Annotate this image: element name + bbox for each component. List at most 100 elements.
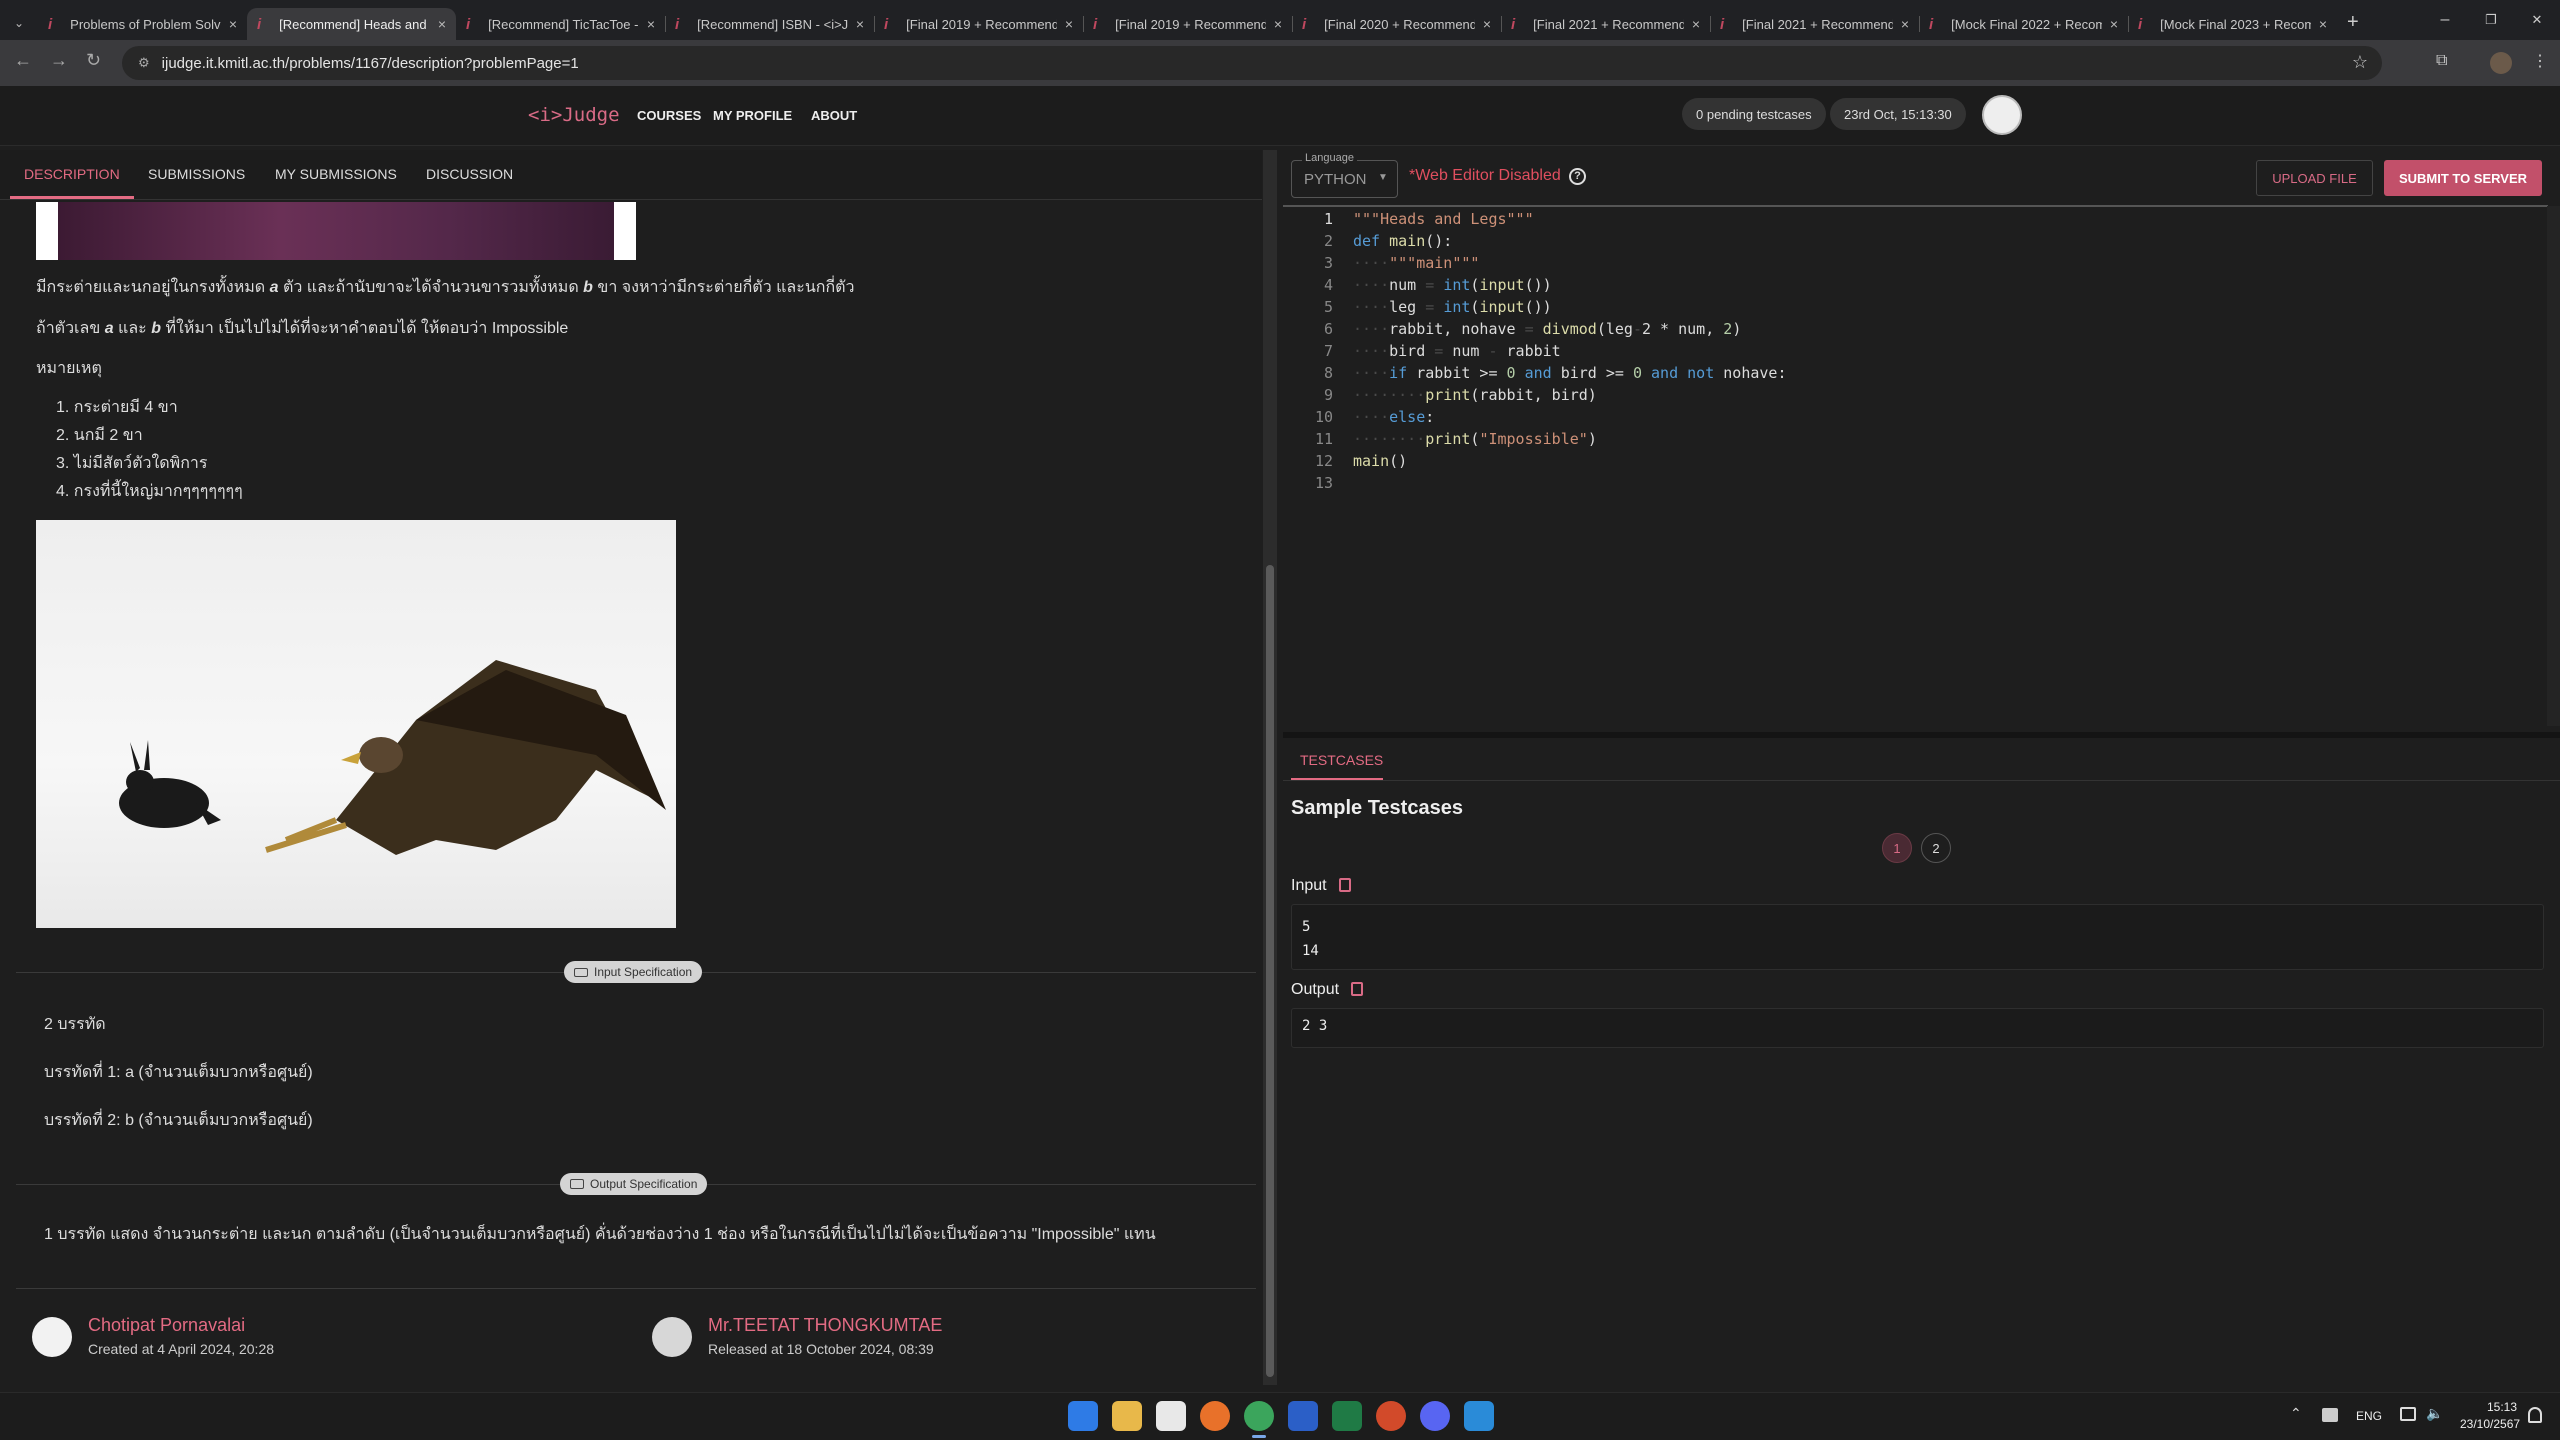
testcase-page-1[interactable]: 1 xyxy=(1882,833,1912,863)
browser-tab[interactable]: i [Final 2021 + Recommend × xyxy=(1710,8,1919,40)
tray-app-icon[interactable] xyxy=(2322,1408,2338,1422)
code-line: ····if rabbit >= 0 and bird >= 0 and not… xyxy=(1353,364,1787,382)
reload-icon[interactable]: ↻ xyxy=(86,50,101,71)
browser-tab-title: Problems of Problem Solv xyxy=(70,16,221,32)
monitor-icon xyxy=(570,1179,584,1189)
testcase-page-2[interactable]: 2 xyxy=(1921,833,1951,863)
close-tab-icon[interactable]: × xyxy=(1483,16,1491,32)
new-tab-button[interactable]: + xyxy=(2347,11,2359,34)
tab-testcases[interactable]: TESTCASES xyxy=(1300,752,1383,768)
close-tab-icon[interactable]: × xyxy=(647,16,655,32)
tab-list-chevron-icon[interactable]: ⌄ xyxy=(0,16,38,30)
browser-tab[interactable]: i [Recommend] Heads and × xyxy=(247,8,456,40)
close-tab-icon[interactable]: × xyxy=(856,16,864,32)
back-icon[interactable]: ← xyxy=(14,50,32,71)
rabbit-eagle-image xyxy=(36,520,676,928)
copy-icon[interactable] xyxy=(1351,982,1364,996)
volume-icon[interactable]: 🔈 xyxy=(2426,1405,2443,1422)
nav-about[interactable]: ABOUT xyxy=(811,108,857,123)
close-tab-icon[interactable]: × xyxy=(1692,16,1700,32)
browser-tab[interactable]: i [Mock Final 2023 + Recom × xyxy=(2128,8,2337,40)
code-line: ········print(rabbit, bird) xyxy=(1353,386,1597,404)
browser-tab-title: [Mock Final 2023 + Recom xyxy=(2160,16,2311,32)
powerpoint-icon[interactable] xyxy=(1376,1401,1406,1431)
line-number: 2 xyxy=(1323,232,1333,250)
note-item: 3. ไม่มีสัตว์ตัวใดพิการ xyxy=(56,455,208,472)
active-app-indicator xyxy=(1252,1435,1266,1438)
nav-my-profile[interactable]: MY PROFILE xyxy=(713,108,792,123)
submit-to-server-button[interactable]: SUBMIT TO SERVER xyxy=(2384,160,2542,196)
releaser-name[interactable]: Mr.TEETAT THONGKUMTAE xyxy=(708,1315,942,1336)
editor-scrollbar[interactable] xyxy=(2547,206,2560,726)
site-info-icon[interactable]: ⚙ xyxy=(138,55,150,71)
problem-scroll-thumb[interactable] xyxy=(1266,565,1274,1377)
tab-discussion[interactable]: DISCUSSION xyxy=(426,166,513,182)
store-icon[interactable] xyxy=(1156,1401,1186,1431)
chrome-icon[interactable] xyxy=(1244,1401,1274,1431)
browser-tab[interactable]: i [Final 2020 + Recommend × xyxy=(1292,8,1501,40)
taskbar-time[interactable]: 15:13 xyxy=(2487,1400,2517,1414)
extensions-icon[interactable]: ⧉ xyxy=(2436,52,2447,70)
forward-icon[interactable]: → xyxy=(50,50,68,71)
web-editor-disabled: *Web Editor Disabled xyxy=(1409,167,1561,184)
close-tab-icon[interactable]: × xyxy=(229,16,237,32)
browser-tab[interactable]: i [Final 2021 + Recommend × xyxy=(1501,8,1710,40)
creator-name[interactable]: Chotipat Pornavalai xyxy=(88,1315,245,1336)
browser-tab[interactable]: i [Final 2019 + Recommend × xyxy=(874,8,1083,40)
close-tab-icon[interactable]: × xyxy=(2319,16,2327,32)
browser-tab[interactable]: i [Mock Final 2022 + Recom × xyxy=(1919,8,2128,40)
help-icon[interactable]: ? xyxy=(1569,168,1586,185)
user-avatar[interactable] xyxy=(1982,95,2022,135)
close-tab-icon[interactable]: × xyxy=(2110,16,2118,32)
line-number: 4 xyxy=(1323,276,1333,294)
input-spec-line: บรรทัดที่ 1: a (จำนวนเต็มบวกหรือศูนย์) xyxy=(44,1064,313,1081)
close-tab-icon[interactable]: × xyxy=(1274,16,1282,32)
browser-tab[interactable]: i [Recommend] ISBN - <i>J × xyxy=(665,8,874,40)
taskbar-date[interactable]: 23/10/2567 xyxy=(2460,1417,2520,1431)
notification-icon[interactable] xyxy=(2528,1407,2542,1423)
firefox-icon[interactable] xyxy=(1200,1401,1230,1431)
browser-menu-icon[interactable]: ⋮ xyxy=(2532,51,2548,71)
bookmark-star-icon[interactable]: ☆ xyxy=(2352,52,2368,73)
vscode-icon[interactable] xyxy=(1464,1401,1494,1431)
tray-chevron-icon[interactable]: ⌃ xyxy=(2290,1405,2302,1422)
excel-icon[interactable] xyxy=(1332,1401,1362,1431)
tab-submissions[interactable]: SUBMISSIONS xyxy=(148,166,245,182)
upload-file-button[interactable]: UPLOAD FILE xyxy=(2256,160,2373,196)
browser-tab-strip: ⌄ i Problems of Problem Solv × i [Recommend]… xyxy=(0,0,2560,40)
word-icon[interactable] xyxy=(1288,1401,1318,1431)
close-tab-icon[interactable]: × xyxy=(1065,16,1073,32)
nav-courses[interactable]: COURSES xyxy=(637,108,701,123)
tab-description[interactable]: DESCRIPTION xyxy=(24,166,120,182)
language-select[interactable]: PYTHON ▼ xyxy=(1291,160,1398,198)
url-bar[interactable]: ⚙ ijudge.it.kmitl.ac.th/problems/1167/de… xyxy=(122,46,2382,80)
file-explorer-icon[interactable] xyxy=(1112,1401,1142,1431)
close-tab-icon[interactable]: × xyxy=(1901,16,1909,32)
input-language[interactable]: ENG xyxy=(2356,1409,2382,1423)
network-icon[interactable] xyxy=(2400,1407,2416,1421)
problem-image-top xyxy=(36,202,636,260)
tab-my-submissions[interactable]: MY SUBMISSIONS xyxy=(275,166,397,182)
address-toolbar: ← → ↻ ⚙ ijudge.it.kmitl.ac.th/problems/1… xyxy=(0,40,2560,86)
code-line: def main(): xyxy=(1353,232,1453,250)
restore-button[interactable]: ❐ xyxy=(2468,0,2514,40)
close-tab-icon[interactable]: × xyxy=(438,16,446,32)
input-spec-line: บรรทัดที่ 2: b (จำนวนเต็มบวกหรือศูนย์) xyxy=(44,1112,313,1129)
start-icon[interactable] xyxy=(1068,1401,1098,1431)
copy-icon[interactable] xyxy=(1339,878,1352,892)
browser-tab[interactable]: i [Recommend] TicTacToe - × xyxy=(456,8,665,40)
code-line: """Heads and Legs""" xyxy=(1353,210,1534,228)
output-spec-line: 1 บรรทัด แสดง จำนวนกระต่าย และนก ตามลำดั… xyxy=(44,1226,1156,1243)
browser-tab[interactable]: i Problems of Problem Solv × xyxy=(38,8,247,40)
discord-icon[interactable] xyxy=(1420,1401,1450,1431)
problem-statement-1: มีกระต่ายและนกอยู่ในกรงทั้งหมด a ตัว และ… xyxy=(36,279,855,296)
favicon-icon: i xyxy=(2138,15,2143,33)
app-logo[interactable]: <i>Judge xyxy=(528,104,620,126)
browser-tab[interactable]: i [Final 2019 + Recommend × xyxy=(1083,8,1292,40)
note-item: 1. กระต่ายมี 4 ขา xyxy=(56,399,178,416)
minimize-button[interactable]: – xyxy=(2422,0,2468,40)
input-label: Input xyxy=(1291,877,1352,895)
input-spec-badge: Input Specification xyxy=(564,961,703,983)
profile-avatar[interactable] xyxy=(2490,52,2512,74)
close-window-button[interactable]: ✕ xyxy=(2514,0,2560,40)
